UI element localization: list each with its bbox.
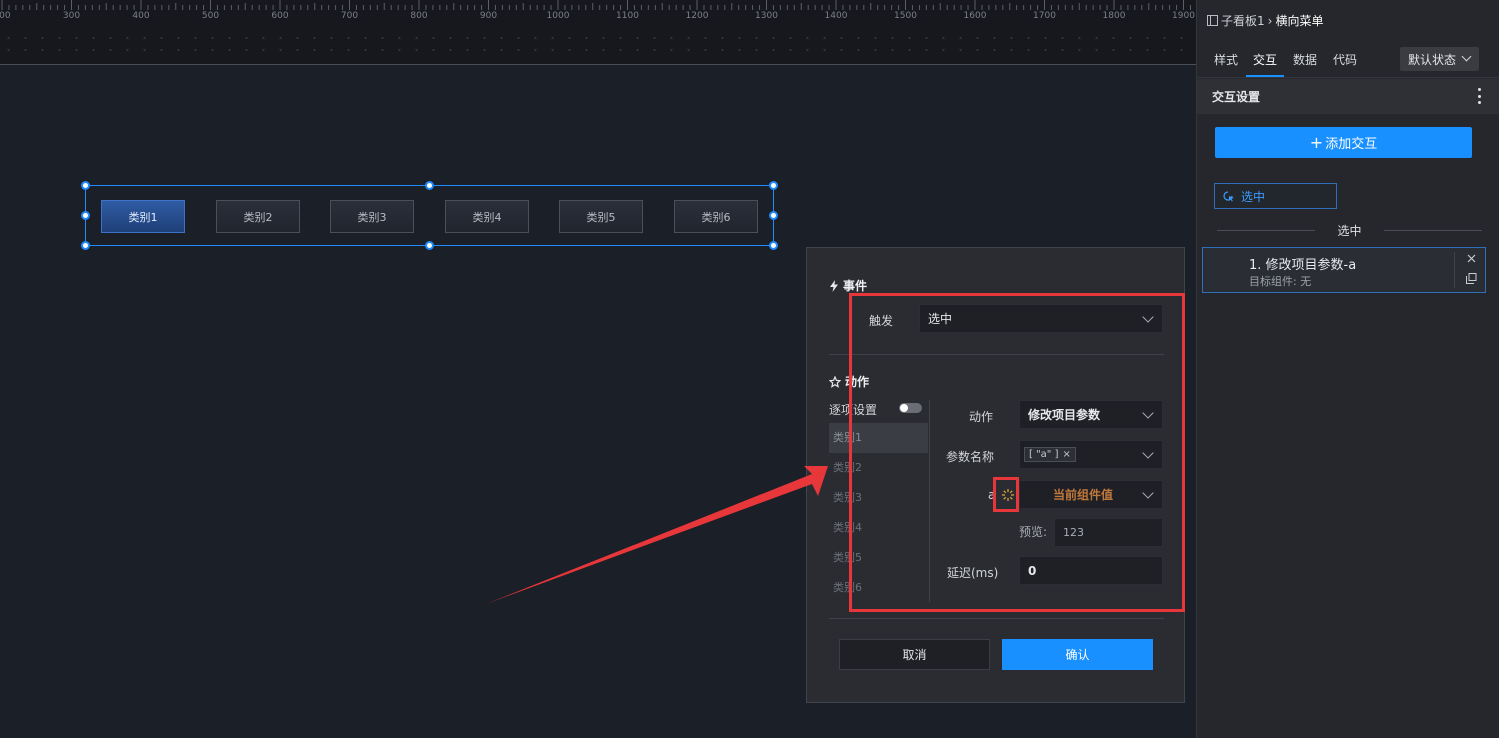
action-star-icon	[829, 375, 841, 388]
menu-item-label: 类别6	[701, 210, 731, 224]
menu-item-label: 类别4	[472, 210, 502, 224]
action-card-target: 目标组件: 无	[1249, 275, 1312, 288]
tab-code[interactable]: 代码	[1333, 51, 1357, 68]
ruler-tick-label: 1000	[546, 11, 570, 21]
ruler-tick-label: 1100	[616, 11, 639, 21]
plus-icon: +	[1309, 133, 1324, 152]
active-tab-indicator	[1246, 75, 1284, 77]
copy-icon[interactable]	[1466, 273, 1477, 284]
ruler-tick-label: 900	[479, 11, 498, 21]
menu-item-3[interactable]: 类别3	[330, 200, 414, 233]
ruler-tick-label: 300	[62, 11, 81, 21]
tab-style[interactable]: 样式	[1214, 51, 1238, 68]
ruler-tick-label: 700	[340, 11, 359, 21]
add-interaction-button[interactable]: + 添加交互	[1215, 127, 1472, 158]
trigger-chip-label: 选中	[1241, 189, 1266, 204]
resize-handle-tl[interactable]	[81, 181, 90, 190]
menu-item-2[interactable]: 类别2	[216, 200, 300, 233]
resize-handle-bl[interactable]	[81, 241, 90, 250]
ruler-tick-label: 1300	[755, 11, 778, 21]
more-options-icon[interactable]	[1478, 88, 1482, 104]
trigger-group-title: 选中	[1217, 222, 1482, 239]
menu-item-6[interactable]: 类别6	[674, 200, 758, 233]
resize-handle-br[interactable]	[769, 241, 778, 250]
ruler-ticks	[1, 0, 1191, 10]
panel-icon	[1207, 15, 1218, 26]
state-select-value: 默认状态	[1408, 52, 1457, 67]
ruler-tick-label: 1500	[894, 11, 917, 21]
ruler-tick-label: 1400	[824, 11, 848, 21]
breadcrumb: 子看板1 › 横向菜单	[1207, 12, 1323, 29]
tab-data[interactable]: 数据	[1293, 51, 1317, 68]
footer-divider	[829, 618, 1164, 619]
annotation-highlight-box	[849, 293, 1185, 612]
interaction-settings-header: 交互设置	[1197, 79, 1499, 114]
ruler-tick-label: 800	[410, 11, 428, 21]
menu-item-1[interactable]: 类别1	[101, 200, 185, 233]
menu-item-4[interactable]: 类别4	[445, 200, 529, 233]
ruler-tick-label: 400	[132, 11, 150, 21]
horizontal-menu-widget[interactable]: 类别1 类别2 类别3 类别4 类别5 类别6	[81, 181, 778, 250]
ruler-tick-label: 500	[201, 11, 220, 21]
resize-handle-bm[interactable]	[425, 241, 434, 250]
state-select[interactable]: 默认状态	[1400, 47, 1479, 71]
annotation-highlight-box-small	[993, 477, 1019, 512]
ruler-tick-label: 600	[271, 11, 289, 21]
ruler-tick-label: 1800	[1102, 11, 1126, 21]
menu-item-label: 类别2	[243, 210, 273, 224]
cancel-button-label: 取消	[902, 648, 927, 662]
action-card[interactable]: 1. 修改项目参数-a 目标组件: 无	[1202, 247, 1486, 293]
action-card-title: 1. 修改项目参数-a	[1249, 258, 1357, 273]
add-interaction-label: 添加交互	[1325, 137, 1378, 152]
chevron-down-icon	[1461, 51, 1472, 62]
breadcrumb-separator-icon: ›	[1267, 13, 1273, 28]
confirm-button-label: 确认	[1065, 648, 1090, 662]
canvas-grid-dots	[0, 32, 1196, 56]
action-card-divider	[1454, 252, 1455, 288]
tab-interaction[interactable]: 交互	[1253, 51, 1277, 68]
ruler-tick-label: 1200	[685, 11, 709, 21]
panel-tabs: 样式 交互 数据 代码 默认状态	[1197, 42, 1499, 78]
horizontal-ruler: 200 300 400 500 600 700 800 900 1000 1100 1200 1300…	[0, 0, 1196, 65]
section-title: 交互设置	[1212, 90, 1261, 104]
cursor-click-icon	[1223, 191, 1234, 202]
ruler-tick-label: 1900	[1172, 11, 1195, 21]
event-header-label: 事件	[843, 279, 868, 293]
menu-item-label: 类别5	[586, 210, 616, 224]
properties-panel: 子看板1 › 横向菜单 样式 交互 数据 代码 默认状态 交互设置 + 添加交互…	[1196, 0, 1499, 738]
breadcrumb-current: 横向菜单	[1275, 14, 1324, 28]
resize-handle-ml[interactable]	[81, 211, 90, 220]
breadcrumb-parent[interactable]: 子看板1	[1221, 12, 1265, 29]
menu-item-label: 类别1	[128, 210, 158, 224]
lightning-icon	[830, 279, 838, 292]
trigger-chip[interactable]: 选中	[1214, 183, 1337, 209]
resize-handle-mr[interactable]	[769, 211, 778, 220]
resize-handle-tr[interactable]	[769, 181, 778, 190]
ruler-tick-label: 1700	[1033, 11, 1056, 21]
ruler-tick-label: 200	[0, 11, 11, 21]
confirm-button[interactable]: 确认	[1002, 639, 1153, 670]
menu-item-5[interactable]: 类别5	[559, 200, 643, 233]
event-header: 事件	[829, 277, 867, 294]
cancel-button[interactable]: 取消	[839, 639, 990, 670]
menu-item-label: 类别3	[357, 210, 387, 224]
resize-handle-tm[interactable]	[425, 181, 434, 190]
close-icon[interactable]	[1467, 254, 1476, 263]
ruler-tick-label: 1600	[963, 11, 987, 21]
